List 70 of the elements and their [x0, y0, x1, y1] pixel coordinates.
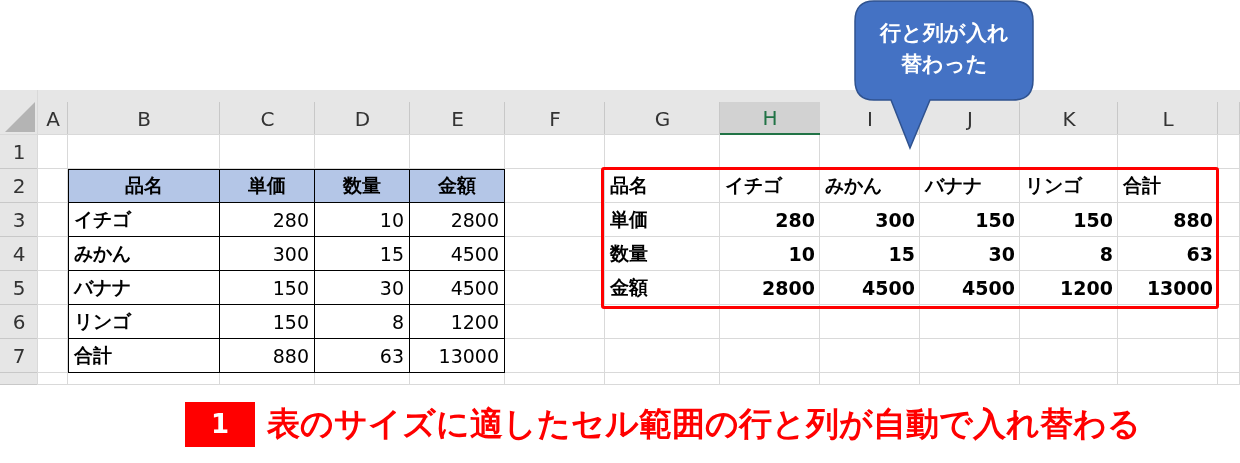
table-cell: 数量 [315, 169, 410, 203]
table-cell-text: 単価 [609, 207, 649, 232]
table-cell: 280 [220, 203, 315, 237]
table-cell: 4500 [410, 237, 505, 271]
table-cell-text: 150 [974, 208, 1016, 233]
table-cell-text: リンゴ [1024, 173, 1084, 198]
table-cell-text: 4500 [961, 276, 1016, 301]
table-cell-text: 63 [1185, 242, 1214, 267]
table-cell: 10 [315, 203, 410, 237]
column-header[interactable]: D [315, 102, 410, 135]
table-cell: 300 [220, 237, 315, 271]
row-header[interactable]: 1 [0, 135, 38, 169]
table-cell: バナナ [68, 271, 220, 305]
column-header[interactable]: E [410, 102, 505, 135]
table-cell: 1200 [410, 305, 505, 339]
table-cell-text: 8 [1098, 242, 1114, 267]
table-cell-text: みかん [824, 173, 883, 198]
step-badge: 1 [185, 401, 255, 447]
table-cell-text: 300 [874, 208, 916, 233]
table-cell: 2800 [410, 203, 505, 237]
table-cell: みかん [68, 237, 220, 271]
row-header[interactable]: 4 [0, 237, 38, 271]
table-cell: 8 [315, 305, 410, 339]
table-cell-text: 1200 [1059, 276, 1114, 301]
table-cell: 品名 [68, 169, 220, 203]
table-cell: 880 [220, 339, 315, 373]
callout-text: 行と列が入れ替わった [878, 20, 1010, 78]
column-header[interactable]: C [220, 102, 315, 135]
column-header[interactable]: F [505, 102, 605, 135]
row-header[interactable]: 5 [0, 271, 38, 305]
table-cell-text: イチゴ [724, 173, 784, 198]
column-header[interactable]: B [68, 102, 220, 135]
caption-text: 表のサイズに適したセル範囲の行と列が自動で入れ替わる [267, 402, 1141, 445]
table-cell: イチゴ [68, 203, 220, 237]
table-cell-text: 280 [774, 208, 816, 233]
table-cell: リンゴ [68, 305, 220, 339]
table-cell-text: 150 [1072, 208, 1114, 233]
select-all-button[interactable] [5, 102, 35, 132]
table-cell: 13000 [410, 339, 505, 373]
row-header[interactable]: 7 [0, 339, 38, 373]
table-cell-text: 15 [887, 242, 916, 267]
table-cell: 単価 [220, 169, 315, 203]
row-header[interactable]: 6 [0, 305, 38, 339]
column-header[interactable]: J [920, 102, 1020, 135]
table-cell: 30 [315, 271, 410, 305]
column-header[interactable]: A [38, 102, 68, 135]
table-cell-text: 数量 [609, 241, 649, 266]
table-cell-text: 2800 [761, 276, 816, 301]
table-cell-text: 880 [1172, 208, 1214, 233]
table-cell-text: バナナ [923, 173, 983, 198]
table-cell: 150 [220, 305, 315, 339]
table-cell-text: 13000 [1145, 276, 1214, 301]
column-header[interactable]: K [1020, 102, 1118, 135]
table-cell-text: 金額 [609, 275, 649, 300]
table-cell: 合計 [68, 339, 220, 373]
row-header[interactable]: 2 [0, 169, 38, 203]
table-cell-text: 品名 [609, 173, 649, 198]
table-cell-text: 30 [987, 242, 1016, 267]
table-cell: 150 [220, 271, 315, 305]
row-header[interactable]: 3 [0, 203, 38, 237]
table-cell-text: 合計 [1122, 173, 1162, 198]
table-cell-text: 10 [787, 242, 816, 267]
table-cell: 4500 [410, 271, 505, 305]
table-cell: 15 [315, 237, 410, 271]
column-header[interactable]: H [720, 102, 820, 135]
table-cell: 金額 [410, 169, 505, 203]
column-header[interactable]: G [605, 102, 720, 135]
column-header[interactable]: L [1118, 102, 1218, 135]
table-cell-text: 4500 [861, 276, 916, 301]
table-cell: 63 [315, 339, 410, 373]
